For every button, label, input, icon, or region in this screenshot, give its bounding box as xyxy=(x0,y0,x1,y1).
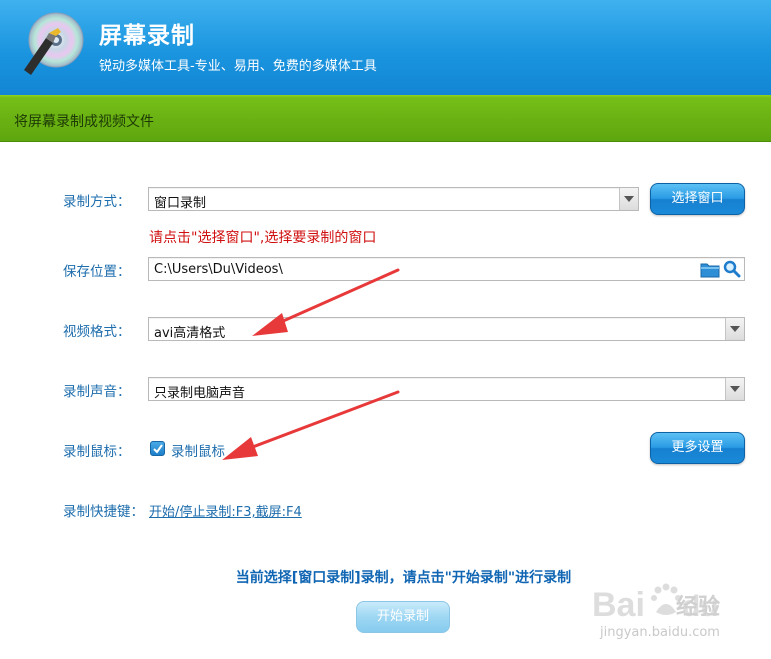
watermark-brand: 经验 xyxy=(676,594,720,620)
watermark-url: jingyan.baidu.com xyxy=(600,625,720,640)
watermark-text: 经验 xyxy=(676,594,720,620)
